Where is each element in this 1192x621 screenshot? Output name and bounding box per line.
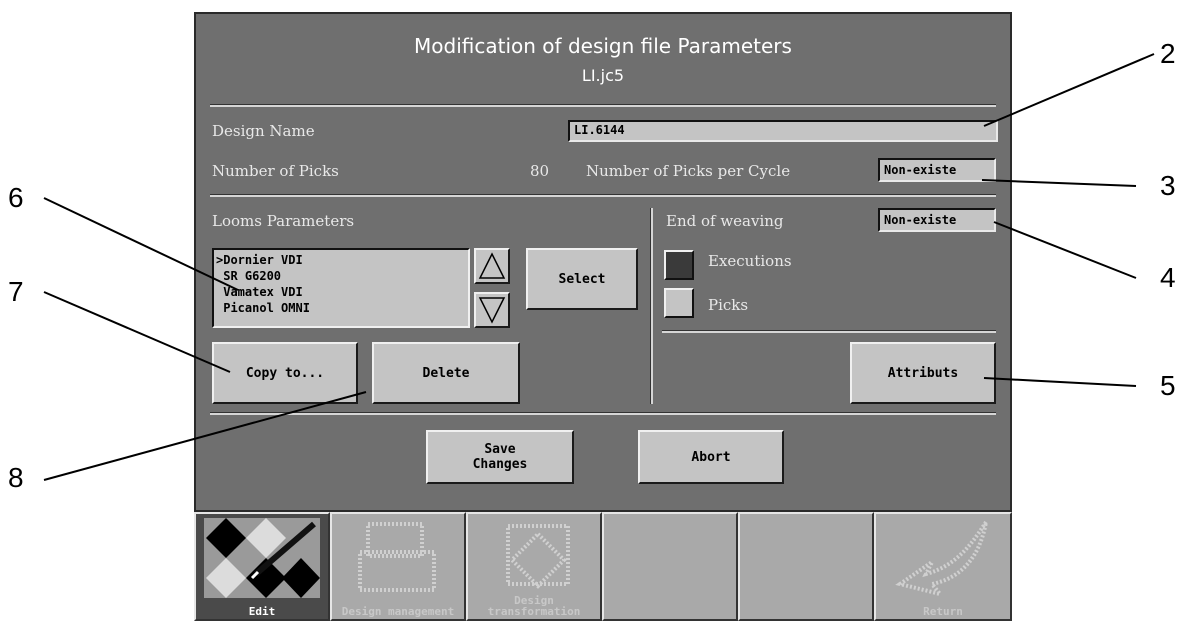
triangle-down-icon: [478, 297, 506, 324]
looms-parameters-label: Looms Parameters: [212, 212, 355, 230]
save-changes-button[interactable]: Save Changes: [426, 430, 574, 484]
vertical-divider: [650, 208, 653, 404]
toolbar-design-management-label: Design management: [341, 605, 455, 618]
attributs-button[interactable]: Attributs: [850, 342, 996, 404]
toolbar-empty-button[interactable]: [602, 512, 738, 621]
callout-number-4: 4: [1160, 262, 1176, 293]
list-item[interactable]: SR G6200: [216, 268, 466, 284]
callout-number-3: 3: [1160, 170, 1176, 201]
design-transformation-icon: [506, 524, 570, 589]
divider: [210, 412, 996, 415]
scroll-down-button[interactable]: [474, 292, 510, 328]
toolbar-edit-button[interactable]: Edit: [194, 512, 330, 621]
picks-label: Picks: [708, 296, 749, 314]
picks-per-cycle-field[interactable]: Non-existe: [878, 158, 996, 182]
list-item[interactable]: Picanol OMNI: [216, 300, 466, 316]
callout-number-2: 2: [1160, 38, 1176, 69]
dialog-panel: Modification of design file Parameters L…: [194, 12, 1012, 512]
callout-number-8: 8: [8, 462, 24, 493]
list-item[interactable]: >Dornier VDI: [216, 252, 466, 268]
number-of-picks-value: 80: [530, 162, 550, 180]
divider: [210, 104, 996, 107]
abort-button[interactable]: Abort: [638, 430, 784, 484]
toolbar-design-transformation-button[interactable]: Design transformation: [466, 512, 602, 621]
triangle-up-icon: [478, 252, 506, 279]
design-management-icon: [358, 522, 436, 592]
toolbar-design-transformation-label: Design transformation: [487, 594, 581, 618]
design-name-label: Design Name: [212, 122, 315, 140]
number-of-picks-label: Number of Picks: [212, 162, 339, 180]
design-name-field[interactable]: LI.6144: [568, 120, 998, 142]
toolbar-empty-button[interactable]: [738, 512, 874, 621]
executions-label: Executions: [708, 252, 792, 270]
edit-pattern-icon: [204, 518, 320, 598]
copy-to-button[interactable]: Copy to...: [212, 342, 358, 404]
toolbar-design-management-button[interactable]: Design management: [330, 512, 466, 621]
list-item[interactable]: Vamatex VDI: [216, 284, 466, 300]
dialog-title: Modification of design file Parameters: [414, 34, 792, 58]
toolbar-return-label: Return: [923, 605, 963, 618]
divider: [210, 194, 996, 197]
callout-number-6: 6: [8, 182, 24, 213]
executions-option[interactable]: [664, 250, 694, 280]
scroll-up-button[interactable]: [474, 248, 510, 284]
return-arrow-icon: [895, 520, 988, 598]
toolbar-return-button[interactable]: Return: [874, 512, 1012, 621]
callout-line-4: [993, 221, 1137, 279]
delete-button[interactable]: Delete: [372, 342, 520, 404]
divider: [662, 330, 996, 333]
callout-number-5: 5: [1160, 370, 1176, 401]
picks-option[interactable]: [664, 288, 694, 318]
end-of-weaving-field[interactable]: Non-existe: [878, 208, 996, 232]
toolbar-edit-label: Edit: [248, 605, 276, 618]
looms-list[interactable]: >Dornier VDI SR G6200 Vamatex VDI Picano…: [212, 248, 470, 328]
end-of-weaving-label: End of weaving: [666, 212, 784, 230]
select-button[interactable]: Select: [526, 248, 638, 310]
callout-number-7: 7: [8, 276, 24, 307]
design-filename: LI.jc5: [581, 66, 625, 85]
picks-per-cycle-label: Number of Picks per Cycle: [586, 162, 791, 180]
